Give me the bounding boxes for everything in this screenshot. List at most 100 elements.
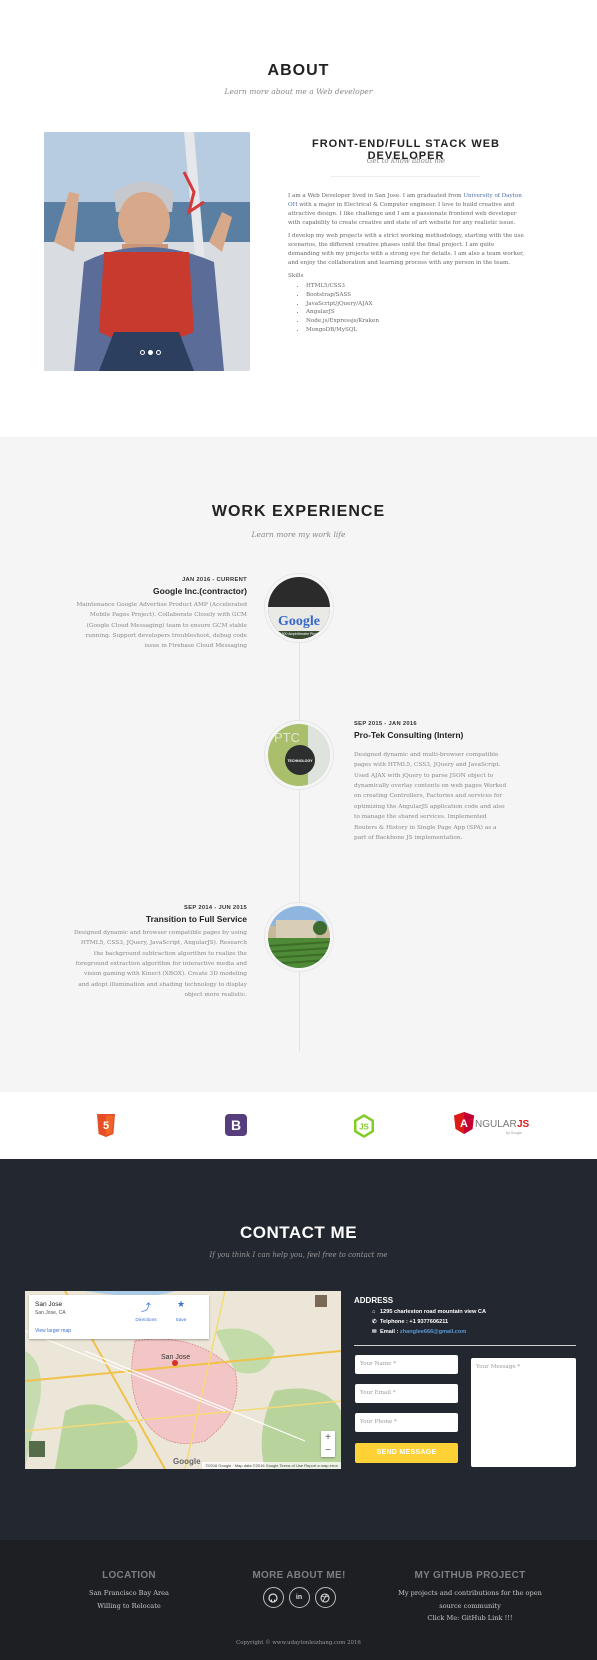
about-p1-text-end: with a major in Electrical & Computer en… [288, 202, 517, 226]
bootstrap-logo: B [225, 1114, 247, 1136]
angularjs-logo: A NGULAR JS by Google [454, 1112, 530, 1135]
ptc-logo-text: PTC [274, 730, 300, 745]
email-label: Email : [380, 1329, 400, 1335]
telephone-number: +1 9377606211 [409, 1319, 449, 1325]
dribbble-icon[interactable] [314, 1587, 336, 1608]
footer-more-title: MORE ABOUT ME! [252, 1570, 346, 1581]
google-sign-caption: 1600 Amphitheatre Pkwy [280, 632, 319, 636]
carousel-indicators [140, 350, 161, 355]
technology-logos: 5 B JS A NGULAR JS by Google [0, 1092, 597, 1159]
telephone-label: Telphone : [380, 1319, 410, 1325]
directions-icon[interactable]: ⤴ [131, 1299, 161, 1314]
skills-label: Skills [288, 273, 304, 279]
job-image-google: Google 1600 Amphitheatre Pkwy [265, 574, 333, 642]
map-attribution[interactable]: ©2016 Google · Map data ©2016 Google Ter… [202, 1462, 341, 1469]
job-description: Designed dynamic and browser compatible … [73, 929, 247, 999]
angular-logo-a: A [460, 1118, 468, 1130]
job-company: Transition to Full Service [145, 914, 247, 925]
github-link[interactable]: Click Me: GitHub Link !!! [370, 1612, 570, 1625]
linkedin-icon[interactable]: in [288, 1587, 310, 1608]
view-larger-map-link[interactable]: View larger map [35, 1328, 71, 1334]
bootstrap-logo-mark: B [231, 1117, 241, 1133]
carousel-dot[interactable] [156, 350, 161, 355]
star-icon[interactable]: ★ [166, 1299, 196, 1310]
work-title: WORK EXPERIENCE [211, 503, 386, 520]
job-date: SEP 2015 - JAN 2016 [354, 721, 417, 727]
email-line: ✉ Email : zhanglee666@gmail.com [372, 1329, 466, 1335]
zoom-out-icon[interactable]: − [321, 1444, 335, 1457]
work-experience-section: WORK EXPERIENCE Learn more my work life … [0, 437, 597, 1092]
about-heading-subtitle: Get to know about me [366, 157, 446, 165]
name-input[interactable]: Your Name * [355, 1355, 458, 1374]
send-message-button[interactable]: SEND MESSAGE [355, 1443, 458, 1463]
job-entry: JAN 2016 - CURRENT Google Inc.(contracto… [72, 575, 247, 652]
skill-item: Bootstrap/SASS [306, 291, 526, 300]
job-date: SEP 2014 - JUN 2015 [184, 905, 247, 911]
carousel-dot-active[interactable] [148, 350, 153, 355]
job-image-campus [265, 903, 333, 971]
html5-logo: 5 [97, 1114, 115, 1137]
phone-input[interactable]: Your Phone * [355, 1413, 458, 1432]
email-link[interactable]: zhanglee666@gmail.com [400, 1329, 466, 1335]
phone-icon: ✆ [372, 1319, 377, 1325]
social-links: in [199, 1587, 399, 1608]
divider [354, 1345, 576, 1346]
work-subtitle: Learn more my work life [251, 530, 346, 539]
skill-item: HTML5/CSS3 [306, 282, 526, 291]
telephone-line: ✆ Telphone : +1 9377606211 [372, 1319, 448, 1325]
contact-section: CONTACT ME If you think I can help you, … [0, 1159, 597, 1540]
angular-logo-text: NGULAR [475, 1119, 517, 1130]
about-section: ABOUT Learn more about me a Web develope… [0, 0, 597, 437]
about-p1-text: I am a Web Developer lived in San Jose. … [288, 193, 464, 199]
about-paragraph-1: I am a Web Developer lived in San Jose. … [288, 192, 526, 228]
map-save-button[interactable]: Save [166, 1318, 196, 1323]
map-zoom-controls[interactable]: + − [321, 1431, 335, 1457]
nodejs-logo: JS [354, 1114, 374, 1138]
job-company: Google Inc.(contractor) [153, 586, 247, 597]
job-description: Designed dynamic and multi-browser compa… [354, 751, 507, 842]
map-place-card: San Jose San Jose, CA View larger map ⤴ … [29, 1295, 209, 1339]
contact-title: CONTACT ME [239, 1223, 358, 1242]
map-place-name: San Jose [35, 1301, 63, 1308]
skill-item: AngularJS [306, 308, 526, 317]
map-city-label: San Jose [161, 1354, 190, 1361]
about-subtitle: Learn more about me a Web developer [224, 87, 373, 96]
address-text: 1295 charleston road mountain view CA [380, 1309, 486, 1315]
footer-github-line-2: source community [439, 1601, 501, 1610]
footer-more: MORE ABOUT ME! in [199, 1570, 399, 1608]
skill-item: MongoDB/MySQL [306, 326, 526, 335]
zoom-in-icon[interactable]: + [321, 1431, 335, 1444]
map-directions-button[interactable]: Directions [131, 1318, 161, 1323]
map-google-brand: Google [173, 1457, 201, 1466]
angular-logo-js: JS [517, 1119, 530, 1130]
contact-subtitle: If you think I can help you, feel free t… [209, 1251, 388, 1259]
map-place-address: San Jose, CA [35, 1310, 66, 1316]
job-entry: SEP 2014 - JUN 2015 Transition to Full S… [72, 903, 247, 1001]
copyright: Copyright © www.udaytonleizhang.com 2016 [236, 1640, 361, 1646]
about-photo-carousel[interactable] [44, 132, 250, 371]
address-title: ADDRESS [354, 1296, 394, 1305]
ptc-badge-text: TECHNOLOGY [287, 759, 313, 763]
email-input[interactable]: Your Email * [355, 1384, 458, 1403]
profile-photo [44, 132, 250, 371]
about-text: I am a Web Developer lived in San Jose. … [288, 192, 526, 335]
nodejs-logo-mark: JS [359, 1123, 369, 1132]
carousel-dot[interactable] [140, 350, 145, 355]
footer-github: MY GITHUB PROJECT My projects and contri… [370, 1570, 570, 1625]
job-entry: SEP 2015 - JAN 2016 Pro-Tek Consulting (… [354, 719, 508, 843]
skills-list: HTML5/CSS3 Bootstrap/SASS JavaScript/jQu… [306, 282, 526, 335]
address-line: ⌂ 1295 charleston road mountain view CA [372, 1309, 486, 1315]
timeline-line [299, 642, 300, 1052]
footer-github-title: MY GITHUB PROJECT [414, 1570, 526, 1581]
angular-logo-byline: by Google [506, 1131, 522, 1135]
message-textarea[interactable]: Your Message * [471, 1358, 576, 1467]
about-paragraph-2: I develop my web projects with a strict … [288, 233, 524, 266]
about-title: ABOUT [267, 62, 330, 79]
divider [330, 176, 480, 177]
google-map[interactable]: San Jose San Jose San Jose, CA View larg… [25, 1291, 341, 1469]
skill-item: JavaScript/jQuery/AJAX [306, 300, 526, 309]
job-date: JAN 2016 - CURRENT [182, 577, 247, 583]
skill-item: Node.js/Expressjs/Kraken [306, 317, 526, 326]
github-icon[interactable] [262, 1587, 284, 1608]
home-icon: ⌂ [372, 1309, 376, 1315]
